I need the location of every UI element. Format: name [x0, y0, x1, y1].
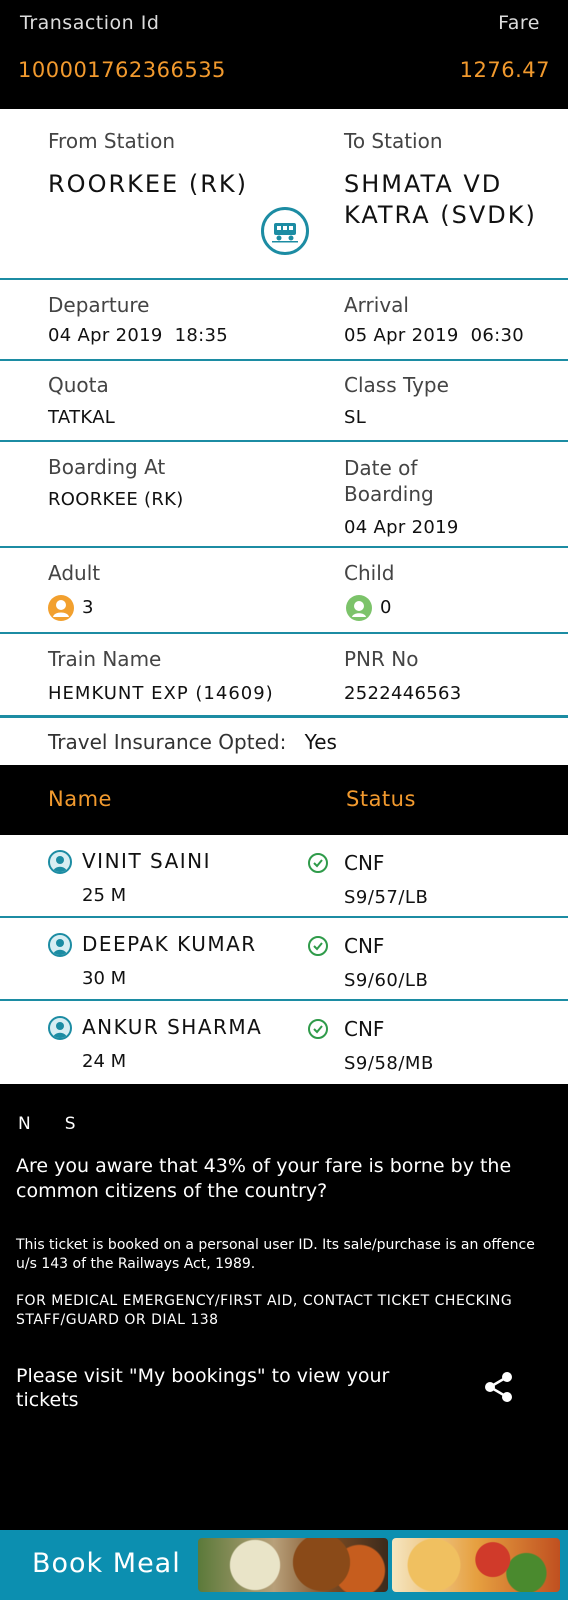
medical-emergency-notice: FOR MEDICAL EMERGENCY/FIRST AID, CONTACT…: [16, 1293, 513, 1328]
user-icon: [48, 850, 72, 874]
ticket-header: Transaction Id Fare 100001762366535 1276…: [0, 0, 568, 109]
date-of-boarding-label: Date of Boarding: [344, 456, 434, 506]
arrival-label: Arrival: [344, 293, 409, 317]
user-icon: [48, 1016, 72, 1040]
share-icon[interactable]: [482, 1370, 516, 1404]
train-icon: [261, 207, 309, 255]
from-station-value: ROORKEE (RK): [48, 170, 248, 198]
passenger-table-header: Name Status: [0, 765, 568, 835]
personal-id-notice: This ticket is booked on a personal user…: [16, 1237, 535, 1272]
pnr-value: 2522446563: [344, 683, 462, 704]
passenger-name: VINIT SAINI: [82, 849, 212, 873]
book-meal-banner[interactable]: Book Meal: [0, 1530, 568, 1600]
transaction-id-value: 100001762366535: [18, 58, 226, 82]
to-station-label: To Station: [344, 129, 443, 153]
passenger-row: DEEPAK KUMAR 30 M CNF S9/60/LB: [0, 918, 568, 1001]
boarding-at-value: ROORKEE (RK): [48, 489, 184, 510]
divider: [0, 440, 568, 442]
passenger-row: VINIT SAINI 25 M CNF S9/57/LB: [0, 835, 568, 918]
adult-label: Adult: [48, 561, 101, 585]
adult-count: 3: [82, 597, 94, 618]
my-bookings-notice: Please visit "My bookings" to view your …: [16, 1365, 390, 1411]
train-name-label: Train Name: [48, 647, 162, 671]
name-column-header: Name: [48, 787, 112, 811]
departure-value: 04 Apr 2019 18:35: [48, 325, 229, 346]
arrival-value: 05 Apr 2019 06:30: [344, 325, 525, 346]
berth-number: S9/58/MB: [344, 1053, 434, 1074]
passenger-name: DEEPAK KUMAR: [82, 932, 257, 956]
ns-indicator: NS: [18, 1114, 76, 1134]
travel-insurance-label: Travel Insurance Opted:: [48, 730, 287, 754]
berth-number: S9/57/LB: [344, 887, 429, 908]
divider: [0, 715, 568, 718]
passenger-list: VINIT SAINI 25 M CNF S9/57/LB DEEPAK KUM…: [0, 835, 568, 1084]
ticket-notice: NS Are you aware that 43% of your fare i…: [0, 1084, 568, 1530]
pnr-label: PNR No: [344, 647, 419, 671]
fare-subsidy-notice: Are you aware that 43% of your fare is b…: [16, 1155, 512, 1202]
booking-status: CNF: [344, 1017, 385, 1041]
passenger-age-gender: 30 M: [82, 968, 127, 989]
child-label: Child: [344, 561, 395, 585]
booking-status: CNF: [344, 851, 385, 875]
status-column-header: Status: [346, 787, 416, 811]
class-type-label: Class Type: [344, 373, 449, 397]
fare-value: 1276.47: [459, 58, 550, 82]
child-icon: [346, 595, 372, 621]
divider: [0, 546, 568, 548]
s-label: S: [64, 1114, 76, 1134]
divider: [0, 359, 568, 361]
user-icon: [48, 933, 72, 957]
departure-label: Departure: [48, 293, 150, 317]
train-name-value: HEMKUNT EXP (14609): [48, 683, 274, 704]
travel-insurance-value: Yes: [304, 730, 337, 754]
boarding-at-label: Boarding At: [48, 455, 166, 479]
book-meal-label[interactable]: Book Meal: [32, 1548, 181, 1579]
quota-label: Quota: [48, 373, 109, 397]
check-circle-icon: [308, 1019, 328, 1039]
passenger-row: ANKUR SHARMA 24 M CNF S9/58/MB: [0, 1001, 568, 1084]
n-label: N: [18, 1114, 31, 1134]
adult-icon: [48, 595, 74, 621]
food-image: [392, 1538, 560, 1592]
berth-number: S9/60/LB: [344, 970, 429, 991]
passenger-age-gender: 25 M: [82, 885, 127, 906]
travel-insurance: Travel Insurance Opted: Yes: [48, 730, 337, 754]
food-image: [198, 1538, 388, 1592]
fare-label: Fare: [498, 12, 540, 34]
transaction-id-label: Transaction Id: [20, 12, 160, 34]
check-circle-icon: [308, 853, 328, 873]
divider: [0, 632, 568, 634]
check-circle-icon: [308, 936, 328, 956]
passenger-name: ANKUR SHARMA: [82, 1015, 263, 1039]
from-station-label: From Station: [48, 129, 176, 153]
passenger-age-gender: 24 M: [82, 1051, 127, 1072]
date-of-boarding-value: 04 Apr 2019: [344, 517, 459, 538]
journey-details-card: From Station ROORKEE (RK) To Station SHM…: [0, 109, 568, 765]
class-type-value: SL: [344, 407, 367, 428]
divider: [0, 278, 568, 280]
booking-status: CNF: [344, 934, 385, 958]
to-station-value: SHMATA VD KATRA (SVDK): [344, 170, 537, 229]
child-count: 0: [380, 597, 392, 618]
quota-value: TATKAL: [48, 407, 116, 428]
